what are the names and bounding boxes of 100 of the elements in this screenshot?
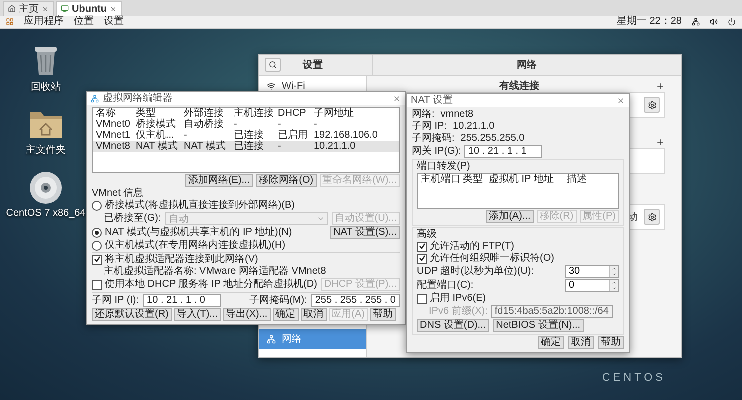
checkbox[interactable] [92, 280, 102, 290]
window-title: 设置 [303, 58, 323, 72]
dialog-button[interactable]: 还原默认设置(R) [92, 308, 172, 321]
number-spinner[interactable]: 30 [565, 265, 619, 278]
column-header: 名称 [96, 108, 117, 119]
add-icon[interactable] [656, 82, 665, 90]
info-value: 255.255.255.0 [460, 133, 525, 144]
field-label: UDP 超时(以秒为单位)(U): [417, 266, 534, 277]
field-label: 网关 IP(G): [412, 146, 462, 157]
browser-tab[interactable]: 主页 [3, 1, 54, 16]
radio-button[interactable] [92, 200, 102, 210]
wallpaper-wordmark: CENTOS [602, 372, 666, 384]
dialog-button[interactable]: 导入(T)... [174, 308, 221, 321]
group-title: VMnet 信息 [92, 188, 145, 199]
stepper-arrows-icon[interactable] [609, 280, 618, 291]
checkbox[interactable] [417, 242, 427, 252]
info-label: 子网掩码: [412, 133, 455, 144]
window-title: 虚拟网络编辑器 [103, 93, 174, 104]
group-title: 高级 [417, 229, 438, 240]
network-icon[interactable] [692, 18, 700, 26]
dialog-button[interactable]: 帮助 [598, 336, 624, 349]
menu-item[interactable]: 设置 [104, 16, 124, 28]
radio-label: NAT 模式(与虚拟机共享主机的 IP 地址)(N) [105, 227, 292, 238]
disc-icon[interactable] [29, 171, 63, 205]
table-row[interactable]: VMnet8 NAT 模式 NAT 模式 已连接 - 10.21.1.0 [93, 141, 399, 152]
network-icon [267, 334, 276, 344]
checkbox-label: 启用 IPv6(E) [430, 293, 486, 304]
browser-tab[interactable]: Ubuntu [56, 1, 122, 16]
radio-button[interactable] [92, 228, 102, 238]
gear-icon [648, 100, 656, 110]
menu-item[interactable]: 应用程序 [24, 16, 64, 28]
dialog-button[interactable]: NetBIOS 设置(N)... [493, 319, 584, 332]
column-header: 描述 [567, 174, 588, 185]
checkbox[interactable] [417, 254, 427, 264]
column-header: 外部连接 [184, 108, 225, 119]
window-title: NAT 设置 [411, 95, 454, 106]
dialog-button[interactable]: 添加网络(E)... [185, 174, 254, 187]
dialog-button[interactable]: 移除网络(O) [256, 174, 317, 187]
menu-item[interactable]: 位置 [74, 16, 94, 28]
desktop-icon-label[interactable]: CentOS 7 x86_64 [6, 208, 86, 219]
add-icon[interactable] [656, 138, 665, 146]
checkbox-label: 将主机虚拟适配器连接到此网络(V) [105, 254, 258, 265]
info-value: vmnet8 [440, 109, 474, 120]
apps-icon[interactable] [6, 18, 14, 26]
search-icon [269, 61, 277, 69]
ip-field[interactable]: 255 . 255 . 255 . 0 [311, 294, 400, 307]
table-row[interactable]: VMnet1 仅主机... - 已连接 已启用 192.168.106.0 [93, 130, 399, 141]
info-label: 网络: [412, 109, 435, 120]
field-label: 配置端口(C): [417, 280, 474, 291]
close-icon[interactable] [393, 94, 401, 102]
number-spinner[interactable]: 0 [565, 279, 619, 292]
radio-button[interactable] [92, 240, 102, 250]
column-header: 类型 [136, 108, 156, 119]
close-icon[interactable] [617, 96, 625, 104]
dialog-button[interactable]: NAT 设置(S)... [330, 226, 400, 239]
stepper-arrows-icon[interactable] [609, 266, 618, 277]
field-label: IPv6 前缀(X): [429, 306, 488, 317]
desktop-icon-label[interactable]: 主文件夹 [26, 143, 66, 157]
radio-label: 仅主机模式(在专用网络内连接虚拟机)(H) [105, 240, 286, 251]
adapter-name: 主机虚拟适配器名称: VMware 网络适配器 VMnet8 [104, 266, 326, 277]
ip-field[interactable]: 10 . 21 . 1 . 1 [464, 145, 542, 158]
group-title: 端口转发(P) [417, 161, 472, 172]
section-title: 有线连接 [498, 80, 540, 93]
column-header: 子网地址 [314, 108, 355, 119]
field-label: 已桥接至(G): [104, 213, 162, 224]
dialog-button[interactable]: DNS 设置(D)... [417, 319, 490, 332]
power-icon[interactable] [728, 18, 736, 26]
info-label: 子网 IP: [412, 121, 448, 132]
ip-field[interactable]: 10 . 21 . 1 . 0 [143, 294, 222, 307]
checkbox[interactable] [417, 294, 427, 304]
radio-label: 桥接模式(将虚拟机直接连接到外部网络)(B) [105, 200, 295, 211]
settings-button[interactable] [644, 97, 660, 113]
field-label: 子网 IP (I): [92, 295, 140, 306]
info-value: 10.21.1.0 [453, 121, 495, 132]
dialog-button[interactable]: 导出(X)... [223, 308, 271, 321]
column-header: 类型 [463, 174, 484, 185]
search-button[interactable] [265, 58, 281, 72]
dialog-button[interactable]: 帮助 [370, 308, 396, 321]
dialog-button[interactable]: 取消 [300, 308, 327, 321]
column-header: 虚拟机 IP 地址 [489, 174, 555, 185]
volume-icon[interactable] [710, 18, 718, 26]
table-row[interactable]: VMnet0 桥接模式 自动桥接 - - - [93, 119, 399, 130]
dialog-button[interactable]: 确定 [538, 336, 564, 349]
dialog-button[interactable]: 添加(A)... [486, 210, 534, 223]
monitor-icon [61, 5, 69, 13]
panel-title: 网络 [517, 58, 537, 72]
close-icon[interactable] [110, 6, 117, 12]
close-icon[interactable] [42, 6, 49, 12]
checkbox[interactable] [92, 254, 102, 264]
desktop-icon-label[interactable]: 回收站 [31, 80, 61, 94]
home-icon [8, 5, 16, 13]
dialog-button[interactable]: 确定 [272, 308, 299, 321]
sidebar-item[interactable]: Wi-Fi [259, 76, 366, 96]
settings-button[interactable] [644, 209, 660, 225]
dialog-button[interactable]: 取消 [568, 336, 594, 349]
checkbox-label: 使用本地 DHCP 服务将 IP 地址分配给虚拟机(D) [105, 279, 318, 290]
checkbox-label: 允许活动的 FTP(T) [430, 241, 514, 252]
clock: 星期一 22：28 [616, 16, 682, 28]
checkbox-label: 允许任何组织唯一标识符(O) [430, 253, 554, 264]
network-icon [91, 94, 99, 102]
